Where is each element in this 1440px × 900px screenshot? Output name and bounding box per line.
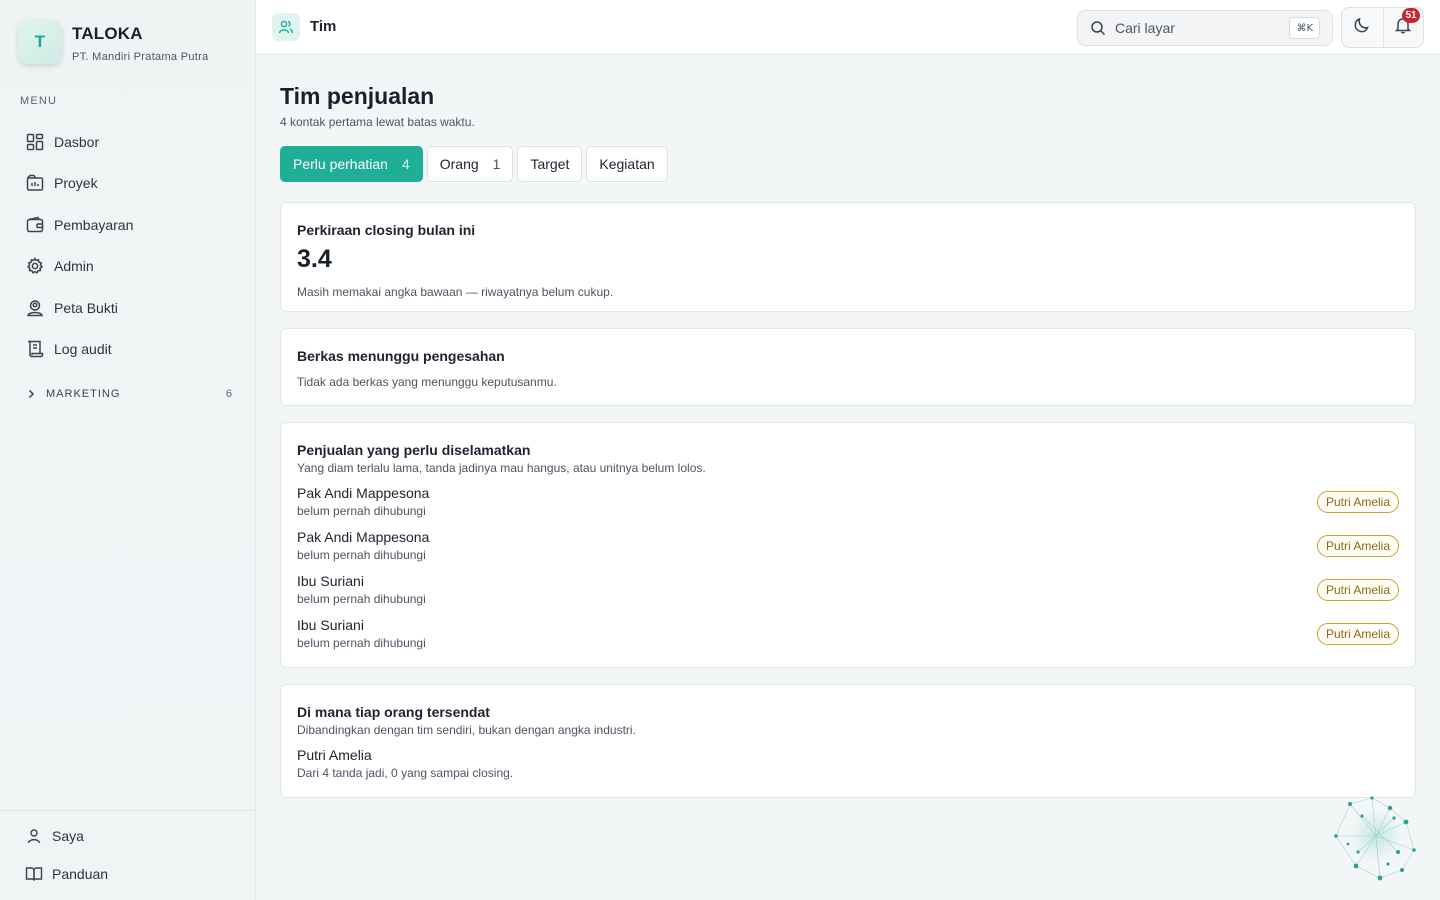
main-content: Tim penjualan 4 kontak pertama lewat bat… [280,80,1416,798]
forecast-card: Perkiraan closing bulan ini 3.4 Masih me… [280,202,1416,312]
search-icon [1089,19,1107,37]
list-item[interactable]: Ibu Suriani belum pernah dihubungi Putri… [297,617,1399,661]
sidebar-bottom-nav: Saya Panduan [20,817,242,893]
sidebar-group-count: 6 [225,388,232,400]
sidebar-item-peta-bukti[interactable]: Peta Bukti [20,287,242,329]
sidebar-divider [0,810,256,811]
tab-kegiatan[interactable]: Kegiatan [586,146,668,182]
forecast-note: Masih memakai angka bawaan — riwayatnya … [297,285,614,299]
theme-toggle-button[interactable] [1342,8,1383,47]
deal-name: Ibu Suriani [297,617,364,633]
tab-count: 1 [492,156,501,172]
dashboard-icon [23,130,47,154]
chevron-right-icon [21,388,41,400]
sidebar-item-label: Log audit [54,341,112,358]
page-title: Tim penjualan [280,83,435,109]
person-stat: Dari 4 tanda jadi, 0 yang sampai closing… [297,766,514,780]
sidebar-item-admin[interactable]: Admin [20,246,242,288]
tab-perlu-perhatian[interactable]: Perlu perhatian 4 [280,146,423,182]
rescue-note: Yang diam terlalu lama, tanda jadinya ma… [297,461,706,475]
sidebar-item-label: Admin [54,258,94,275]
brand-company: PT. Mandiri Pratama Putra [72,51,209,63]
deal-name: Pak Andi Mappesona [297,485,430,501]
notifications-button[interactable]: 51 [1382,8,1424,47]
bottleneck-note: Dibandingkan dengan tim sendiri, bukan d… [297,723,636,737]
shortcut-hint: ⌘K [1289,17,1320,39]
sidebar-item-label: Dasbor [54,133,100,150]
list-item[interactable]: Pak Andi Mappesona belum pernah dihubung… [297,529,1399,573]
deal-name: Ibu Suriani [297,573,364,589]
book-icon [22,862,46,886]
network-graphic-icon[interactable] [1328,792,1420,884]
brand-name: TALOKA [72,24,143,43]
user-icon [22,824,46,848]
sidebar: T TALOKA PT. Mandiri Pratama Putra MENU … [0,0,256,900]
sidebar-item-label: Proyek [54,175,98,192]
sidebar-item-label: Saya [52,828,84,844]
user-pin-icon [23,296,47,320]
sidebar-nav: Dasbor Proyek Pembayaran Admin Peta Bukt… [20,121,242,370]
menu-heading: MENU [20,95,58,107]
tab-label: Target [530,156,570,172]
sidebar-item-proyek[interactable]: Proyek [20,163,242,205]
tab-label: Perlu perhatian [293,156,388,172]
sidebar-item-pembayaran[interactable]: Pembayaran [20,204,242,246]
approvals-card: Berkas menunggu pengesahan Tidak ada ber… [280,328,1416,406]
approvals-note: Tidak ada berkas yang menunggu keputusan… [297,375,557,389]
sidebar-item-label: Pembayaran [54,216,134,233]
sidebar-item-label: Panduan [52,866,109,882]
page-subtitle: 4 kontak pertama lewat batas waktu. [280,115,475,129]
brand[interactable]: T TALOKA PT. Mandiri Pratama Putra [18,20,209,64]
search-placeholder: Cari layar [1115,20,1175,36]
topbar-actions: 51 [1341,7,1424,48]
sidebar-item-dasbor[interactable]: Dasbor [20,121,242,163]
tabs: Perlu perhatian 4 Orang 1 Target Kegiata… [280,146,1416,182]
approvals-title: Berkas menunggu pengesahan [297,348,505,364]
tab-label: Orang [439,156,479,172]
rescue-card: Penjualan yang perlu diselamatkan Yang d… [280,422,1416,668]
list-item[interactable]: Ibu Suriani belum pernah dihubungi Putri… [297,573,1399,617]
tab-label: Kegiatan [599,156,655,172]
deal-status: belum pernah dihubungi [297,592,426,606]
sidebar-group-marketing[interactable]: MARKETING 6 [20,384,242,404]
deal-status: belum pernah dihubungi [297,636,426,650]
rescue-title: Penjualan yang perlu diselamatkan [297,442,531,458]
search-input[interactable]: Cari layar ⌘K [1077,10,1333,46]
page-section-title: Tim [310,18,337,35]
brand-logo: T [18,20,62,64]
topbar: Tim Cari layar ⌘K 51 [256,0,1440,55]
sidebar-item-log-audit[interactable]: Log audit [20,329,242,371]
owner-badge[interactable]: Putri Amelia [1316,623,1399,645]
brand-text: TALOKA PT. Mandiri Pratama Putra [72,24,209,63]
person-name: Putri Amelia [297,747,372,763]
notification-count-badge: 51 [1402,8,1420,23]
building-icon [23,171,47,195]
sidebar-item-label: Peta Bukti [54,299,118,316]
bottleneck-title: Di mana tiap orang tersendat [297,704,490,720]
sidebar-item-saya[interactable]: Saya [20,817,242,855]
list-item[interactable]: Pak Andi Mappesona belum pernah dihubung… [297,485,1399,529]
deal-name: Pak Andi Mappesona [297,529,430,545]
moon-icon [1353,16,1371,39]
owner-badge[interactable]: Putri Amelia [1316,579,1399,601]
tab-orang[interactable]: Orang 1 [426,146,514,182]
owner-badge[interactable]: Putri Amelia [1316,491,1399,513]
forecast-title: Perkiraan closing bulan ini [297,222,476,238]
bottleneck-card: Di mana tiap orang tersendat Dibandingka… [280,684,1416,798]
list-item[interactable]: Putri Amelia Dari 4 tanda jadi, 0 yang s… [297,747,1399,780]
scroll-icon [23,337,47,361]
forecast-value: 3.4 [297,245,332,273]
tab-count: 4 [401,156,410,172]
deal-status: belum pernah dihubungi [297,504,426,518]
tab-target[interactable]: Target [517,146,583,182]
team-icon [272,13,300,41]
sidebar-item-panduan[interactable]: Panduan [20,855,242,893]
owner-badge[interactable]: Putri Amelia [1316,535,1399,557]
deal-list: Pak Andi Mappesona belum pernah dihubung… [297,485,1399,661]
gear-icon [23,254,47,278]
wallet-icon [23,213,47,237]
deal-status: belum pernah dihubungi [297,548,426,562]
sidebar-group-label: MARKETING [46,388,121,400]
